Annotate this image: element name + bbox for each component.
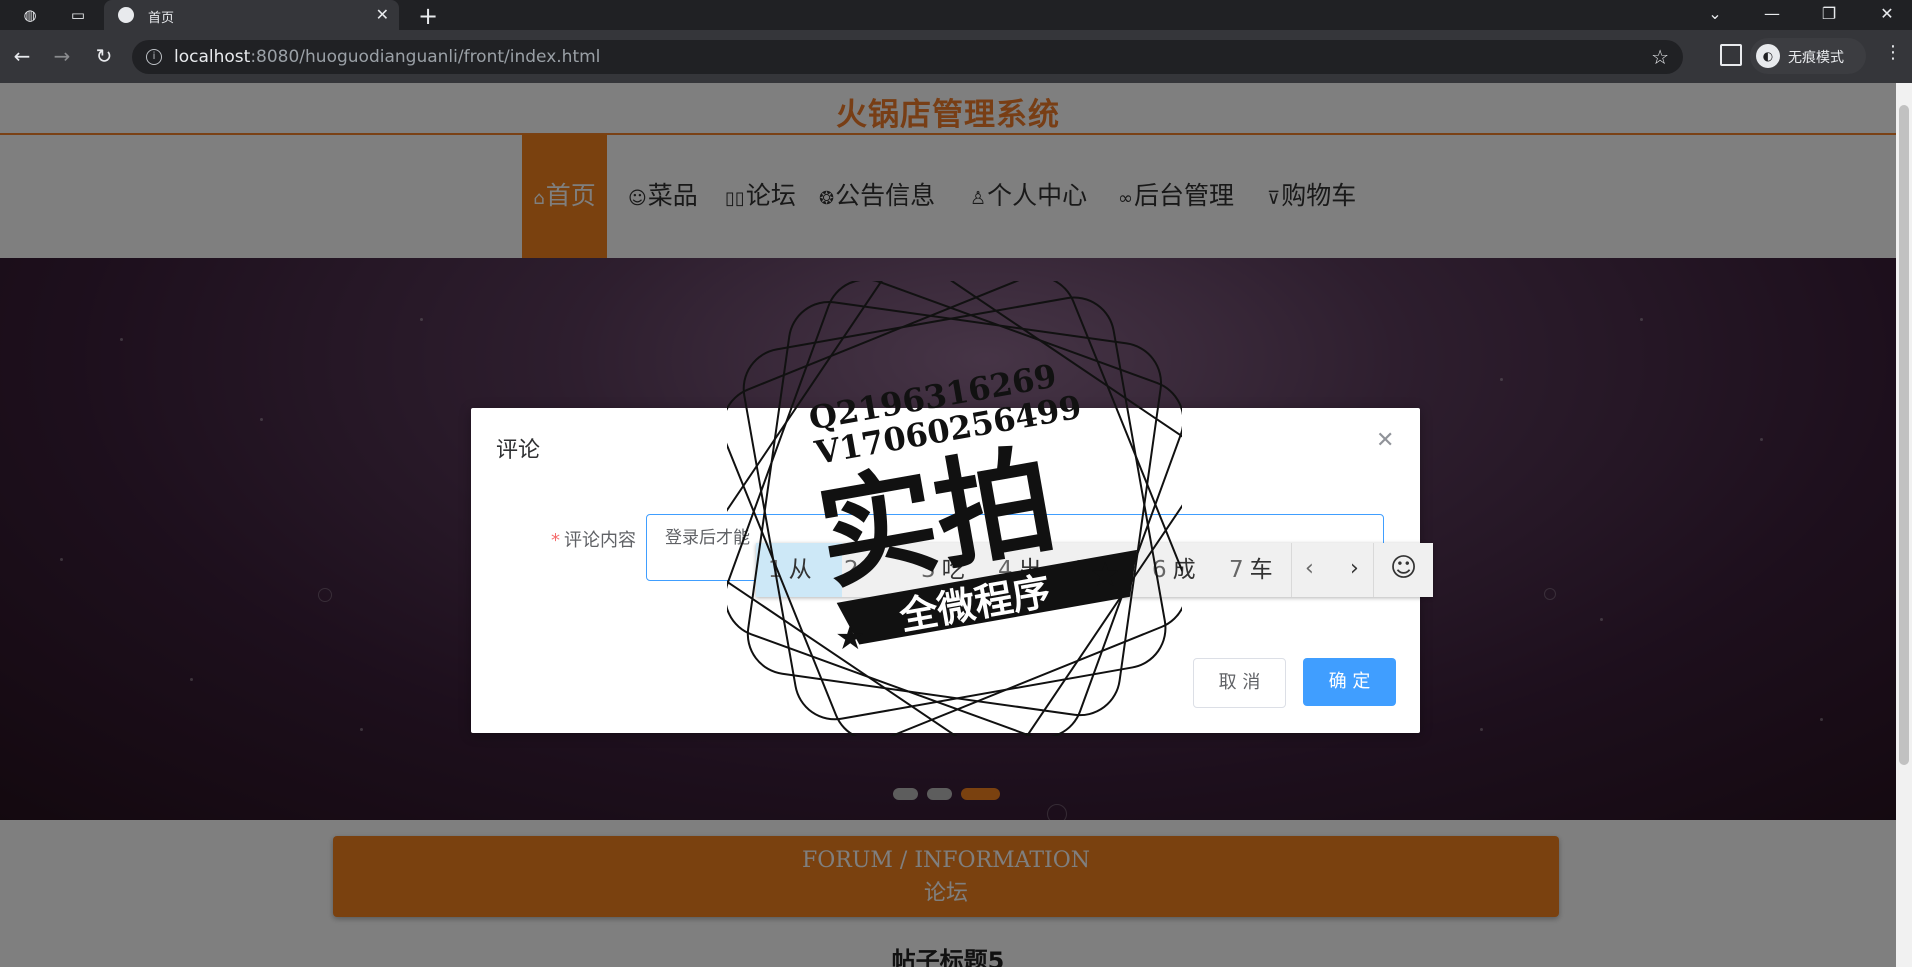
address-bar: ← → ↻ i localhost:8080/huoguodianguanli/… <box>0 30 1912 83</box>
star-icon: ★ <box>1090 555 1120 595</box>
ime-divider <box>1291 543 1292 597</box>
incognito-icon: ◐ <box>1756 44 1780 68</box>
restore-icon[interactable]: ❐ <box>1814 4 1844 23</box>
star-icon: ★ <box>835 618 865 658</box>
close-icon[interactable]: ✕ <box>1376 428 1394 453</box>
reload-icon[interactable]: ↻ <box>92 44 116 68</box>
close-tab-icon[interactable]: ✕ <box>376 5 389 24</box>
bookmark-star-icon[interactable]: ☆ <box>1651 45 1669 69</box>
url-input[interactable]: i localhost:8080/huoguodianguanli/front/… <box>132 40 1683 74</box>
comment-field-label: * 评论内容 <box>551 530 636 551</box>
back-icon[interactable]: ← <box>10 44 34 68</box>
ime-candidate[interactable]: 7车 <box>1229 543 1273 597</box>
globe-icon[interactable]: ◍ <box>20 5 40 25</box>
incognito-badge[interactable]: ◐ 无痕模式 <box>1750 38 1866 74</box>
extension-icon[interactable] <box>1720 44 1742 66</box>
close-window-icon[interactable]: ✕ <box>1872 4 1902 23</box>
chevron-down-icon[interactable]: ⌄ <box>1700 4 1730 23</box>
dialog-title: 评论 <box>496 438 541 463</box>
incognito-label: 无痕模式 <box>1788 50 1844 66</box>
menu-icon[interactable]: ⋮ <box>1884 42 1902 63</box>
tab-search-icon[interactable]: ▭ <box>68 5 88 25</box>
ime-divider <box>1373 543 1374 597</box>
minimize-icon[interactable]: — <box>1757 4 1787 23</box>
globe-icon <box>118 7 134 23</box>
emoji-icon[interactable]: ☺ <box>1390 553 1417 583</box>
vertical-scrollbar[interactable] <box>1896 83 1912 967</box>
watermark-stamp: Q2196316269 V17060256499 实拍 全微程序 ★ ★ <box>727 281 1182 736</box>
browser-tab-bar: ◍ ▭ 首页 ✕ + ⌄ — ❐ ✕ <box>0 0 1912 30</box>
scrollbar-thumb[interactable] <box>1899 105 1909 765</box>
tab-title: 首页 <box>148 11 175 26</box>
url-text: localhost:8080/huoguodianguanli/front/in… <box>174 47 601 67</box>
new-tab-icon[interactable]: + <box>418 2 438 30</box>
cancel-button[interactable]: 取 消 <box>1193 658 1286 708</box>
forward-icon[interactable]: → <box>50 44 74 68</box>
browser-tab[interactable]: 首页 ✕ <box>104 0 399 30</box>
confirm-button[interactable]: 确 定 <box>1303 658 1396 706</box>
chevron-left-icon[interactable]: ‹ <box>1305 556 1314 581</box>
chevron-right-icon[interactable]: › <box>1350 556 1359 581</box>
info-icon[interactable]: i <box>146 49 162 65</box>
